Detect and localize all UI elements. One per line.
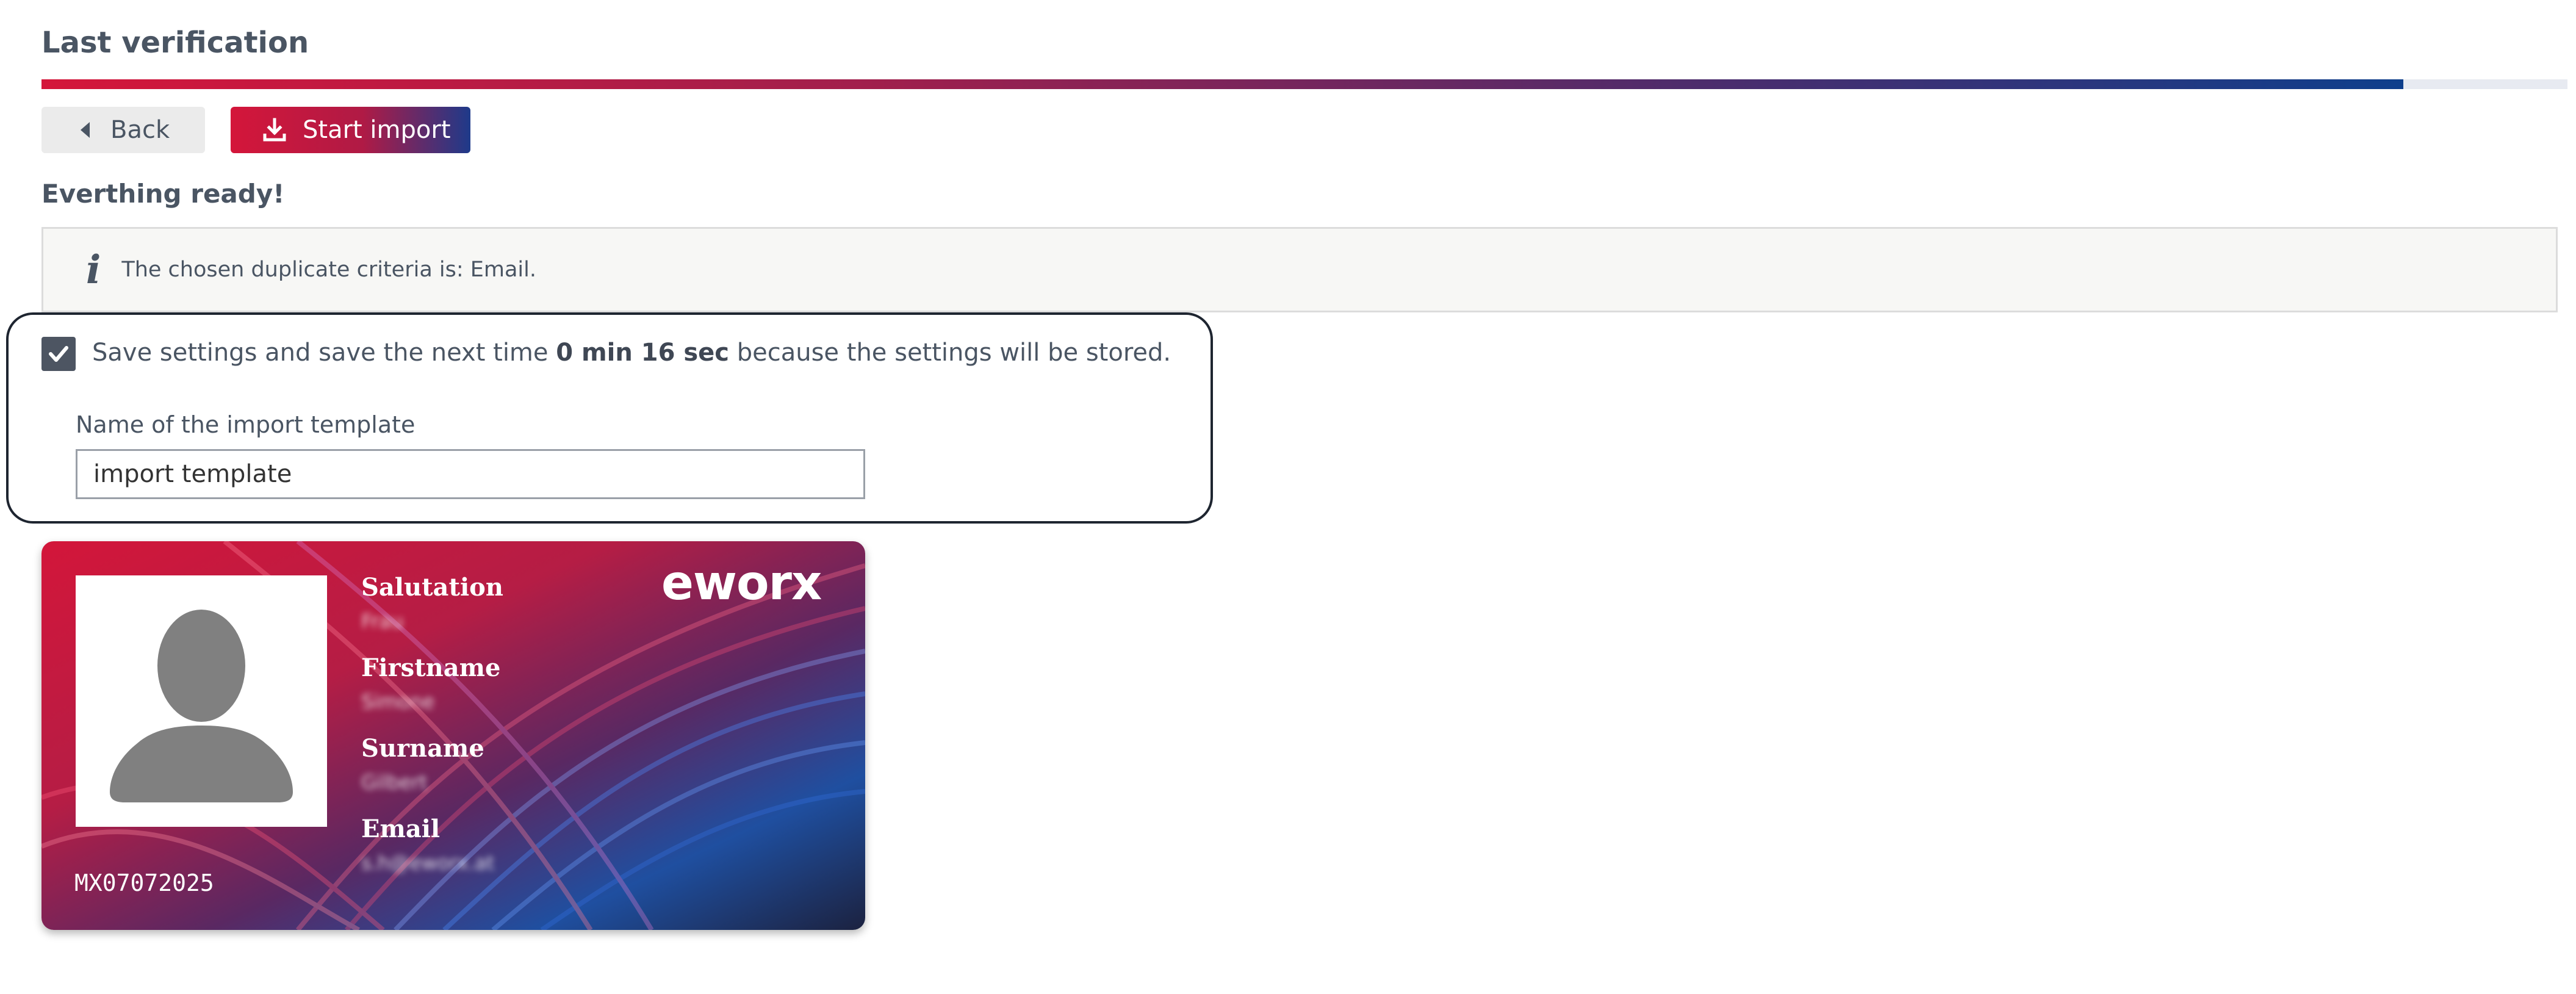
page-title: Last verification bbox=[41, 26, 309, 60]
back-button-label: Back bbox=[110, 116, 170, 144]
card-field-label-surname: Surname bbox=[361, 734, 484, 763]
progress-bar bbox=[41, 79, 2567, 89]
save-settings-text: Save settings and save the next time 0 m… bbox=[92, 339, 1171, 367]
card-field-label-firstname: Firstname bbox=[361, 654, 501, 682]
save-settings-text-after: because the settings will be stored. bbox=[736, 339, 1171, 367]
card-field-value-firstname: Simone bbox=[361, 690, 434, 713]
save-settings-checkbox[interactable] bbox=[41, 337, 76, 371]
download-icon bbox=[263, 118, 286, 142]
save-settings-text-before: Save settings and save the next time bbox=[92, 339, 549, 367]
card-field-value-email: s.h@eworx.at bbox=[361, 851, 495, 874]
card-field-value-surname: Gilbert bbox=[361, 771, 428, 794]
template-name-label: Name of the import template bbox=[76, 411, 416, 438]
user-silhouette-icon bbox=[110, 610, 293, 802]
info-text: The chosen duplicate criteria is: Email. bbox=[121, 258, 536, 282]
contact-card: eworx Salutation Frau Firstname Simone S… bbox=[41, 541, 865, 930]
start-import-button[interactable]: Start import bbox=[231, 107, 470, 153]
info-icon: i bbox=[86, 247, 101, 293]
card-field-label-salutation: Salutation bbox=[361, 573, 503, 602]
template-name-input[interactable] bbox=[76, 449, 865, 499]
card-id: MX07072025 bbox=[74, 870, 214, 896]
card-field-value-salutation: Frau bbox=[361, 610, 404, 633]
caret-left-icon bbox=[81, 122, 90, 138]
ready-status: Everthing ready! bbox=[41, 179, 285, 209]
card-field-label-email: Email bbox=[361, 815, 441, 843]
check-icon bbox=[49, 346, 68, 362]
time-saved: 0 min 16 sec bbox=[556, 339, 730, 367]
eworx-logo: eworx bbox=[661, 556, 822, 611]
back-button[interactable]: Back bbox=[41, 107, 205, 153]
avatar-photo bbox=[76, 575, 327, 827]
progress-bar-fill bbox=[41, 79, 2403, 89]
start-import-button-label: Start import bbox=[303, 116, 451, 144]
info-box: i The chosen duplicate criteria is: Emai… bbox=[41, 227, 2558, 312]
